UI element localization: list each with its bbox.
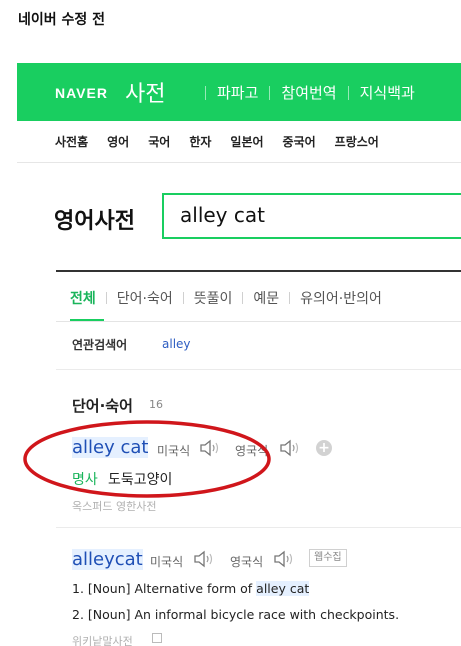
entry-divider [56, 527, 461, 528]
entry-source[interactable]: 위키낱말사전 [72, 633, 133, 646]
subnav-item-french[interactable]: 프랑스어 [335, 133, 379, 150]
tabs-top-border [56, 270, 461, 272]
search-box [162, 193, 461, 239]
related-divider [56, 369, 461, 370]
definition-2: 2. [Noun] An informal bicycle race with … [72, 607, 400, 622]
nav-divider [205, 85, 206, 100]
entry-word-link[interactable]: alleycat [72, 549, 143, 570]
subnav-item-japanese[interactable]: 일본어 [230, 133, 263, 150]
pronunciation-uk-label: 영국식 [230, 555, 264, 569]
subnav-divider [17, 162, 461, 163]
entry-meaning: 도둑고양이 [108, 472, 173, 488]
tab-all[interactable]: 전체 [70, 288, 96, 308]
tab-divider [105, 292, 107, 304]
speaker-icon[interactable] [199, 439, 221, 457]
related-search-label: 연관검색어 [72, 338, 128, 352]
screenshot-caption: 네이버 수정 전 [18, 12, 106, 28]
tab-divider [289, 292, 291, 304]
subnav-item-hanja[interactable]: 한자 [189, 133, 211, 150]
tab-divider [242, 292, 244, 304]
result-tabs: 전체 단어·숙어 뜻풀이 예문 유의어·반의어 [70, 288, 382, 308]
subnav-item-chinese[interactable]: 중국어 [283, 133, 316, 150]
plus-circle-icon[interactable]: + [316, 440, 332, 456]
pronunciation-us-label: 미국식 [150, 555, 184, 569]
section-title: 단어·숙어 [72, 397, 133, 415]
tab-synonyms[interactable]: 유의어·반의어 [300, 288, 382, 308]
entry-word-text: alley cat [72, 437, 149, 458]
related-search-link[interactable]: alley [162, 337, 191, 351]
tab-examples[interactable]: 예문 [253, 288, 279, 308]
entry-word-text: alleycat [72, 549, 143, 570]
subnav-item-english[interactable]: 영어 [107, 133, 129, 150]
dictionary-title[interactable]: 사전 [125, 76, 165, 108]
copy-icon[interactable] [152, 633, 162, 643]
subnav-item-korean[interactable]: 국어 [148, 133, 170, 150]
nav-divider [269, 85, 271, 100]
tabs-bottom-border [56, 321, 461, 322]
nav-divider [347, 85, 349, 100]
nav-item-encyclopedia[interactable]: 지식백과 [360, 82, 415, 103]
speaker-icon[interactable] [279, 439, 301, 457]
pronunciation-us-label: 미국식 [157, 444, 191, 458]
speaker-icon[interactable] [273, 550, 295, 568]
definition-1: 1. [Noun] Alternative form of alley cat [72, 581, 310, 596]
pronunciation-uk-label: 영국식 [235, 444, 269, 458]
header-nav: 파파고 참여번역 지식백과 [194, 82, 415, 103]
header-bar: NAVER 사전 파파고 참여번역 지식백과 [17, 63, 461, 121]
tab-divider [182, 292, 184, 304]
tab-words-idioms[interactable]: 단어·숙어 [117, 288, 173, 308]
definition-1-text: 1. [Noun] Alternative form of [72, 581, 257, 596]
nav-item-translation[interactable]: 참여번역 [281, 82, 336, 103]
tab-definitions[interactable]: 뜻풀이 [194, 288, 233, 308]
part-of-speech: 명사 [72, 472, 98, 488]
search-input[interactable] [180, 203, 460, 227]
section-count: 16 [149, 398, 163, 411]
entry-word-link[interactable]: alley cat [72, 437, 149, 458]
web-collected-badge: 웹수집 [309, 549, 347, 567]
nav-item-papago[interactable]: 파파고 [217, 82, 258, 103]
dictionary-name: 영어사전 [54, 209, 135, 234]
dictionary-subnav: 사전홈 영어 국어 한자 일본어 중국어 프랑스어 [55, 133, 398, 150]
subnav-item-home[interactable]: 사전홈 [55, 133, 88, 150]
naver-logo[interactable]: NAVER [55, 85, 108, 101]
speaker-icon[interactable] [193, 550, 215, 568]
entry-source[interactable]: 옥스퍼드 영한사전 [72, 498, 156, 514]
definition-1-link[interactable]: alley cat [256, 581, 310, 596]
